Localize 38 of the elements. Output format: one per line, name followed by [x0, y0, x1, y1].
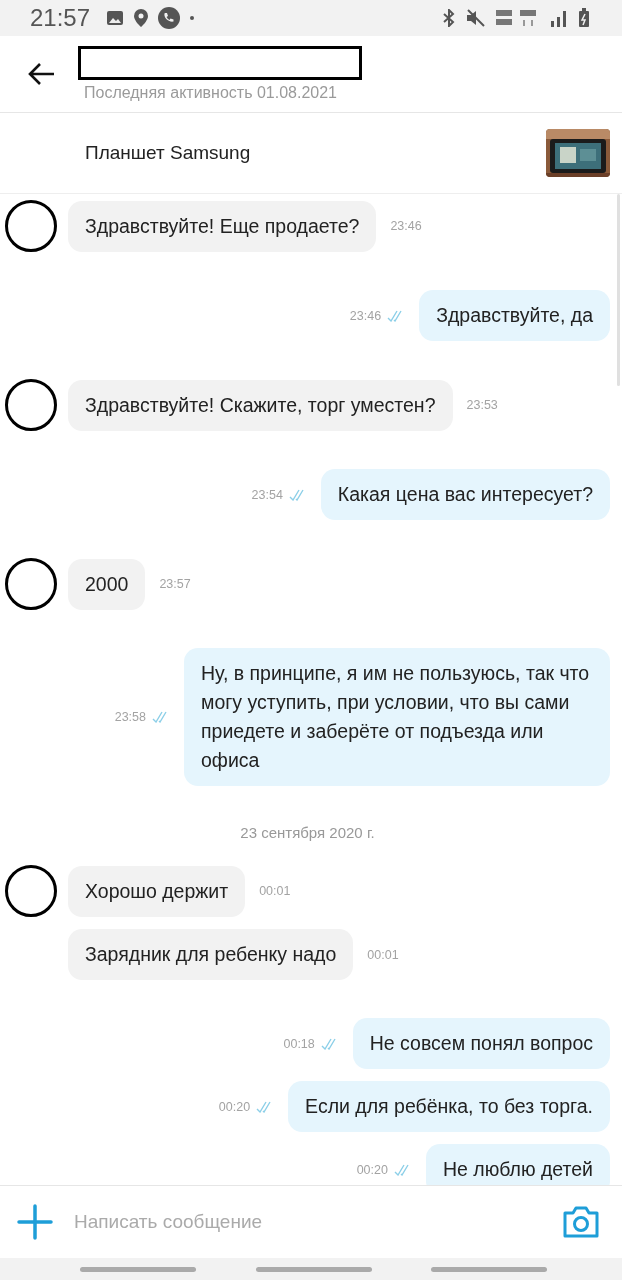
back-arrow-icon[interactable] [28, 62, 56, 86]
message-time: 23:58 [114, 710, 146, 724]
message-bubble: Зарядник для ребенку надо [68, 929, 354, 980]
add-icon[interactable] [16, 1203, 54, 1241]
date-separator: 23 сентября 2020 г. [240, 824, 375, 841]
status-time: 21:57 [30, 4, 91, 32]
message-time: 23:57 [159, 577, 191, 591]
message-time: 23:54 [251, 487, 283, 502]
message-time: 23:46 [349, 308, 382, 323]
message-bubble: Не люблю детей [425, 1144, 610, 1185]
message-time: 00:01 [367, 947, 399, 962]
mute-icon [466, 9, 486, 27]
dot-icon [190, 16, 195, 20]
message-input-field[interactable]: Написать сообщение [72, 1210, 544, 1234]
message-time: 00:01 [259, 884, 291, 898]
battery-icon [578, 8, 590, 28]
message-bubble: Здравствуйте, да [419, 290, 610, 341]
image-icon [106, 10, 125, 26]
listing-title[interactable]: Планшет Samsung [85, 142, 546, 164]
message-bubble: Здравствуйте! Еще продаете? [68, 200, 377, 252]
message-time: 00:20 [218, 1099, 251, 1114]
message-time: 00:20 [356, 1162, 388, 1177]
signal-icon [550, 9, 568, 27]
message-time: 23:46 [390, 219, 422, 233]
message-bubble: Не совсем понял вопрос [352, 1018, 610, 1069]
location-icon [134, 9, 149, 27]
phone-icon [158, 7, 181, 29]
message-time: 00:18 [283, 1036, 315, 1051]
message-bubble: Если для ребёнка, то без торга. [288, 1081, 610, 1132]
last-seen-text: Последняя активность 01.08.2021 [84, 84, 338, 102]
message-bubble: Хорошо держит [68, 865, 246, 917]
message-time: 23:53 [466, 398, 498, 412]
message-bubble: 2000 [68, 558, 146, 610]
camera-icon[interactable] [562, 1205, 600, 1239]
message-bubble: Ну, в принципе, я им не пользуюсь, так что могу уступить, при условии, что вы сами приедете и заберёте от подъезда или офиса [184, 648, 610, 786]
bluetooth-icon [442, 9, 456, 27]
message-bubble: Здравствуйте! Скажите, торг уместен? [68, 379, 453, 431]
message-bubble: Какая цена вас интересует? [320, 469, 610, 520]
